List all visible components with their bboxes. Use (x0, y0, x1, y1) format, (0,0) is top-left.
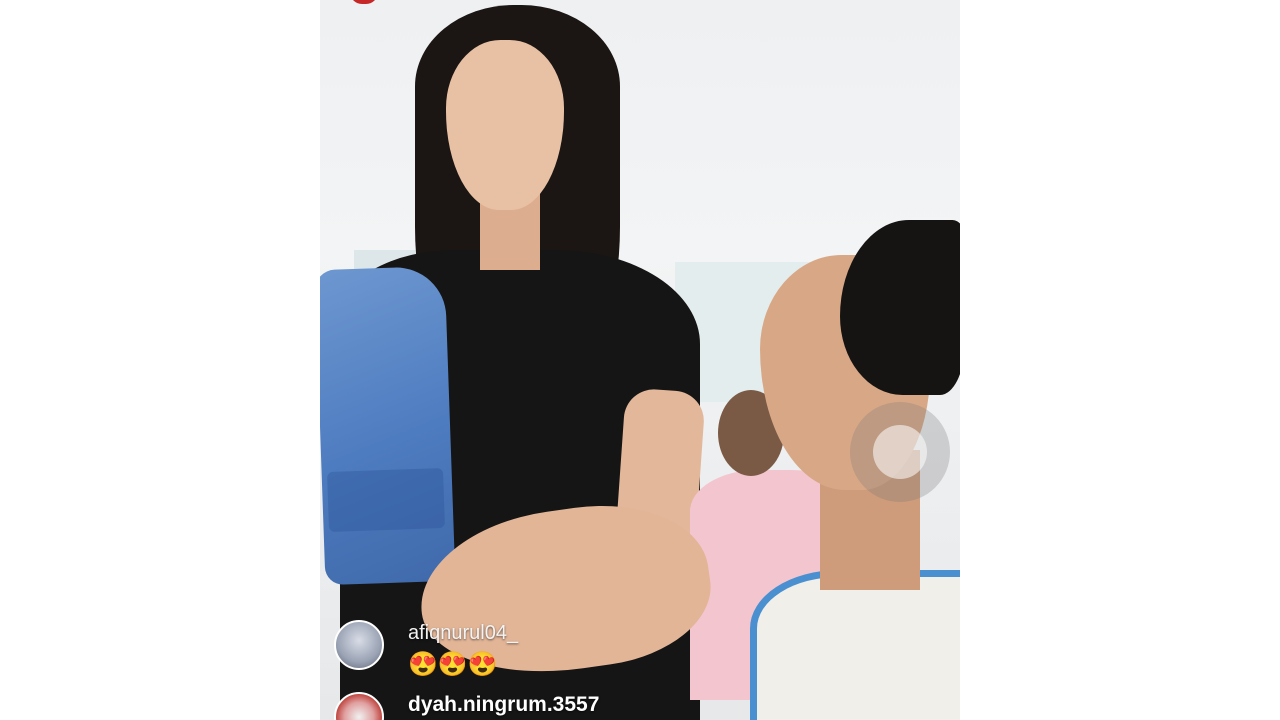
avatar[interactable] (334, 620, 384, 670)
comment-username[interactable]: afiqnurul04_ (408, 620, 518, 646)
towel-band (326, 467, 446, 533)
live-video-frame: afiqnurul04_ 😍😍😍 dyah.ningrum.3557 (320, 0, 960, 720)
blue-towel (320, 265, 456, 586)
comment-body: afiqnurul04_ 😍😍😍 (408, 620, 518, 682)
avatar[interactable] (334, 692, 384, 720)
man-tank-top (750, 570, 960, 720)
woman-face (446, 40, 564, 210)
live-indicator (350, 0, 378, 4)
record-icon (873, 425, 927, 479)
comment-username[interactable]: dyah.ningrum.3557 (408, 692, 599, 718)
record-button[interactable] (850, 402, 950, 502)
comment-item: dyah.ningrum.3557 (334, 692, 599, 720)
man-hair (840, 220, 960, 395)
comment-item: afiqnurul04_ 😍😍😍 (334, 620, 518, 682)
comment-body: dyah.ningrum.3557 (408, 692, 599, 718)
comment-message: 😍😍😍 (408, 651, 498, 678)
